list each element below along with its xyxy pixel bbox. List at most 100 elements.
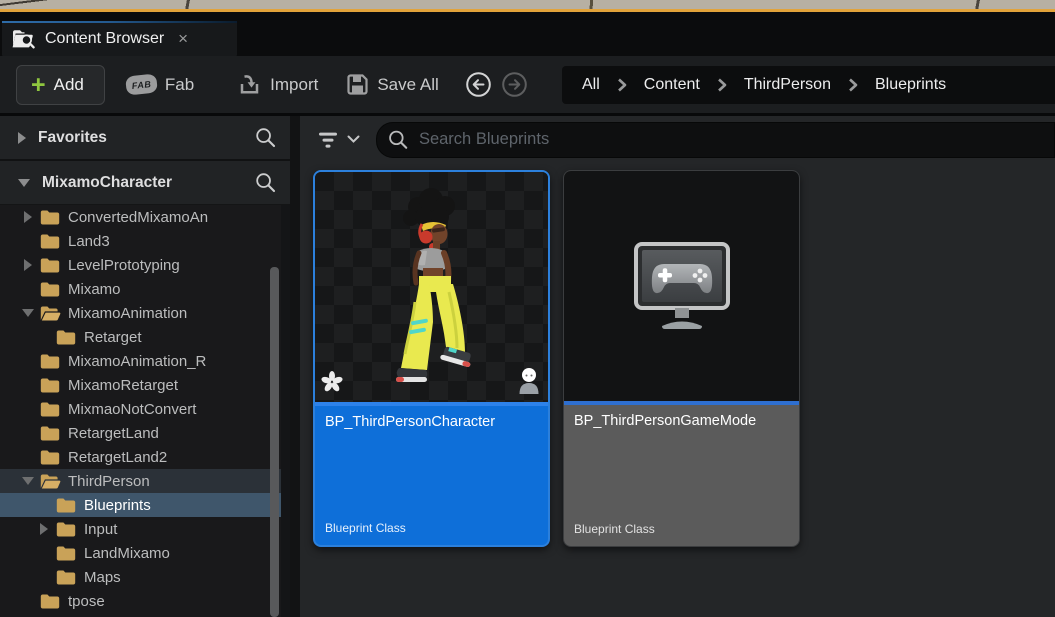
- unreal-content-browser-window: Content Browser × + Add FAB Fab Import S…: [0, 0, 1055, 617]
- sidebar-folder-retarget[interactable]: Retarget: [0, 325, 290, 349]
- character-thumbnail-art: [396, 188, 471, 382]
- folder-tree: ConvertedMixamoAn Land3 LevelPrototyping Mi…: [0, 205, 290, 617]
- asset-title: BP_ThirdPersonGameMode: [574, 413, 757, 429]
- chevron-right-icon[interactable]: [22, 211, 40, 223]
- favorites-section-header[interactable]: Favorites: [0, 116, 290, 161]
- asset-title: BP_ThirdPersonCharacter: [325, 414, 496, 430]
- breadcrumb-item-all[interactable]: All: [582, 76, 600, 94]
- folder-label: Retarget: [84, 328, 142, 346]
- folder-icon: [40, 402, 61, 417]
- folder-icon: [56, 330, 77, 345]
- asset-search-box[interactable]: [376, 121, 1055, 158]
- asset-card-bp-thirdpersoncharacter[interactable]: BP_ThirdPersonCharacter Blueprint Class: [313, 170, 550, 547]
- fab-button[interactable]: FAB Fab: [124, 73, 195, 96]
- folder-label: RetargetLand: [68, 424, 159, 442]
- sidebar-folder-mixamoretarget[interactable]: MixamoRetarget: [0, 373, 290, 397]
- person-badge-icon: [518, 367, 540, 399]
- folder-icon: [40, 354, 61, 369]
- folder-icon: [40, 258, 61, 273]
- search-row: [300, 116, 1055, 163]
- asset-card-bp-thirdpersongamemode[interactable]: BP_ThirdPersonGameMode Blueprint Class: [563, 170, 800, 547]
- sidebar-folder-mixamo[interactable]: Mixamo: [0, 277, 290, 301]
- sidebar-folder-landmixamo[interactable]: LandMixamo: [0, 541, 290, 565]
- tab-title: Content Browser: [45, 29, 165, 47]
- folder-label: LandMixamo: [84, 544, 170, 562]
- favorites-search-icon[interactable]: [255, 127, 276, 148]
- import-button[interactable]: Import: [237, 72, 318, 97]
- folder-label: ThirdPerson: [68, 472, 150, 490]
- breadcrumb: All Content ThirdPerson Blueprints: [562, 66, 1055, 104]
- sidebar-folder-land3[interactable]: Land3: [0, 229, 290, 253]
- folder-icon: [40, 210, 61, 225]
- filter-button[interactable]: [316, 130, 360, 150]
- breadcrumb-item-blueprints[interactable]: Blueprints: [875, 76, 946, 94]
- sidebar-folder-levelprototyping[interactable]: LevelPrototyping: [0, 253, 290, 277]
- save-icon: [347, 74, 368, 95]
- search-icon: [389, 130, 408, 149]
- folder-icon: [40, 426, 61, 441]
- sidebar-folder-mixamoanimation[interactable]: MixamoAnimation: [0, 301, 290, 325]
- asterisk-badge-icon: [321, 371, 343, 398]
- sidebar-folder-retargetland[interactable]: RetargetLand: [0, 421, 290, 445]
- sidebar-folder-thirdperson[interactable]: ThirdPerson: [0, 469, 290, 493]
- toolbar: + Add FAB Fab Import Save All All Conten…: [0, 56, 1055, 113]
- folder-icon: [56, 546, 77, 561]
- folder-label: MixmaoNotConvert: [68, 400, 197, 418]
- tab-close-icon[interactable]: ×: [178, 30, 188, 47]
- sources-label: MixamoCharacter: [42, 173, 173, 191]
- folder-icon: [56, 570, 77, 585]
- sidebar-folder-tpose[interactable]: tpose: [0, 589, 290, 613]
- scrollbar-track: [281, 205, 290, 617]
- asset-view-panel: BP_ThirdPersonCharacter Blueprint Class: [300, 116, 1055, 617]
- import-label: Import: [270, 74, 319, 94]
- forward-button-disabled[interactable]: [501, 71, 528, 98]
- breadcrumb-chevron-icon: [849, 78, 858, 92]
- open-folder-icon: [40, 474, 61, 489]
- folder-label: ConvertedMixamoAn: [68, 208, 209, 226]
- sidebar-folder-blueprints[interactable]: Blueprints: [0, 493, 290, 517]
- chevron-down-icon[interactable]: [18, 178, 30, 187]
- filter-icon: [319, 132, 337, 148]
- import-icon: [240, 75, 259, 94]
- breadcrumb-item-thirdperson[interactable]: ThirdPerson: [744, 76, 831, 94]
- folder-icon: [56, 522, 77, 537]
- sidebar-folder-partial-row[interactable]: [0, 613, 290, 617]
- chevron-right-icon[interactable]: [38, 523, 56, 535]
- chevron-down-icon[interactable]: [22, 477, 40, 485]
- asset-type-label: Blueprint Class: [325, 521, 406, 535]
- sources-search-icon[interactable]: [255, 172, 276, 193]
- panel-splitter[interactable]: [290, 116, 300, 617]
- breadcrumb-item-content[interactable]: Content: [644, 76, 700, 94]
- back-button[interactable]: [465, 71, 492, 98]
- asset-search-input[interactable]: [416, 129, 1054, 150]
- asset-type-label: Blueprint Class: [574, 522, 655, 536]
- folder-label: Blueprints: [84, 496, 151, 514]
- sources-section-header[interactable]: MixamoCharacter: [0, 161, 290, 205]
- scrollbar-thumb[interactable]: [270, 267, 279, 617]
- sidebar-folder-retargetland2[interactable]: RetargetLand2: [0, 445, 290, 469]
- chevron-right-icon[interactable]: [18, 131, 26, 144]
- folder-label: Land3: [68, 232, 110, 250]
- sidebar-folder-input[interactable]: Input: [0, 517, 290, 541]
- save-all-button[interactable]: Save All: [346, 73, 439, 96]
- sidebar-folder-mixmaonotconvert[interactable]: MixmaoNotConvert: [0, 397, 290, 421]
- folder-label: MixamoAnimation: [68, 304, 188, 322]
- sidebar-folder-convertedmixamoan[interactable]: ConvertedMixamoAn: [0, 205, 290, 229]
- asset-grid: BP_ThirdPersonCharacter Blueprint Class: [300, 163, 1055, 547]
- asset-thumbnail: [564, 171, 799, 401]
- chevron-down-icon[interactable]: [22, 309, 40, 317]
- content-browser-icon: [12, 29, 35, 48]
- fab-label: Fab: [164, 74, 195, 94]
- breadcrumb-separator: [717, 78, 727, 92]
- favorites-label: Favorites: [38, 128, 107, 146]
- breadcrumb-separator: [848, 78, 858, 92]
- sidebar-folder-maps[interactable]: Maps: [0, 565, 290, 589]
- breadcrumb-separator: [617, 78, 627, 92]
- add-button[interactable]: + Add: [16, 64, 105, 105]
- asset-info: BP_ThirdPersonCharacter Blueprint Class: [315, 406, 548, 545]
- sidebar-folder-mixamoanimation_r[interactable]: MixamoAnimation_R: [0, 349, 290, 373]
- tab-content-browser[interactable]: Content Browser ×: [2, 21, 237, 56]
- add-button-label: Add: [53, 74, 84, 94]
- folder-icon: [40, 378, 61, 393]
- chevron-right-icon[interactable]: [22, 259, 40, 271]
